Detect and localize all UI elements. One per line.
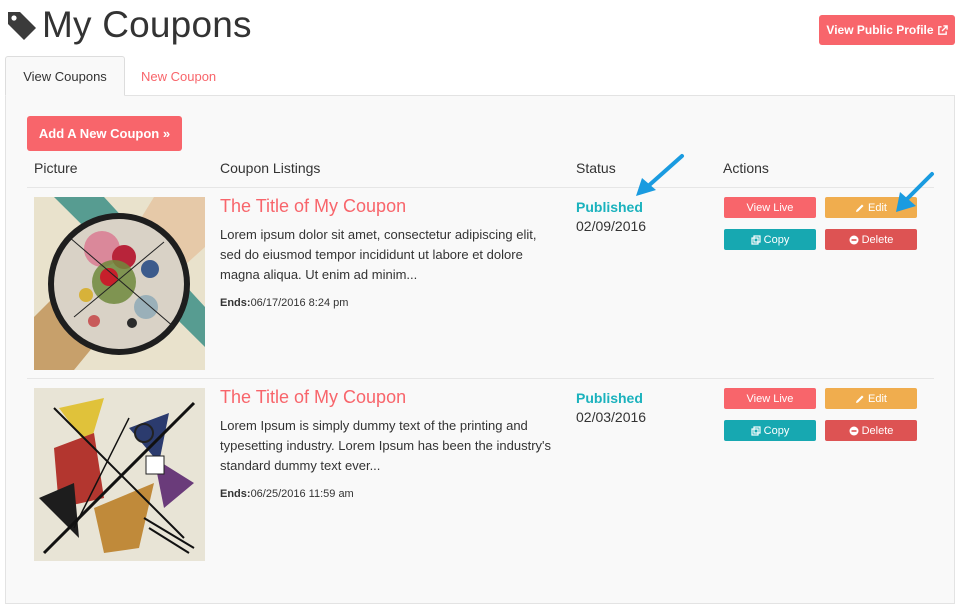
copy-button[interactable]: Copy — [724, 420, 816, 441]
minus-circle-icon — [849, 235, 859, 244]
pencil-icon — [856, 204, 864, 212]
copy-label: Copy — [763, 424, 790, 437]
status-badge: Published — [576, 390, 643, 406]
coupon-end-date: Ends:06/25/2016 11:59 am — [220, 488, 354, 500]
view-live-label: View Live — [746, 392, 794, 405]
column-header-actions: Actions — [723, 160, 769, 176]
copy-button[interactable]: Copy — [724, 229, 816, 250]
edit-button[interactable]: Edit — [825, 388, 917, 409]
coupons-panel: Add A New Coupon » Picture Coupon Listin… — [5, 95, 955, 604]
tag-icon — [8, 12, 36, 40]
ends-value: 06/25/2016 11:59 am — [250, 488, 354, 500]
view-live-button[interactable]: View Live — [724, 388, 816, 409]
coupon-description: Lorem Ipsum is simply dummy text of the … — [220, 418, 552, 473]
coupon-title-link[interactable]: The Title of My Coupon — [220, 387, 406, 408]
coupon-title-link[interactable]: The Title of My Coupon — [220, 196, 406, 217]
copy-icon — [751, 425, 761, 436]
column-header-listings: Coupon Listings — [220, 160, 321, 176]
edit-label: Edit — [868, 392, 887, 405]
status-date: 02/03/2016 — [576, 409, 647, 425]
coupon-description: Lorem ipsum dolor sit amet, consectetur … — [220, 227, 537, 282]
delete-label: Delete — [861, 424, 894, 437]
tab-new-coupon[interactable]: New Coupon — [125, 56, 232, 96]
add-coupon-button[interactable]: Add A New Coupon » — [27, 116, 182, 151]
circle-painting-image — [34, 197, 205, 370]
delete-button[interactable]: Delete — [825, 229, 917, 250]
edit-button[interactable]: Edit — [825, 197, 917, 218]
view-public-profile-label: View Public Profile — [826, 23, 934, 37]
copy-icon — [751, 234, 761, 245]
delete-button[interactable]: Delete — [825, 420, 917, 441]
view-live-label: View Live — [746, 201, 794, 214]
coupon-end-date: Ends:06/17/2016 8:24 pm — [220, 297, 348, 309]
minus-circle-icon — [849, 426, 859, 435]
status-badge: Published — [576, 199, 643, 215]
table-header-divider — [27, 187, 934, 188]
copy-label: Copy — [763, 233, 790, 246]
ends-value: 06/17/2016 8:24 pm — [250, 297, 349, 309]
tab-view-coupons[interactable]: View Coupons — [5, 56, 125, 96]
ends-label: Ends: — [220, 297, 251, 309]
column-header-picture: Picture — [34, 160, 78, 176]
edit-label: Edit — [868, 201, 887, 214]
page-header: My Coupons — [6, 4, 252, 46]
tab-bar: View Coupons New Coupon — [5, 56, 232, 96]
row-divider — [27, 378, 934, 379]
column-header-status: Status — [576, 160, 616, 176]
view-public-profile-button[interactable]: View Public Profile — [819, 15, 955, 45]
external-link-icon — [937, 24, 948, 35]
status-date: 02/09/2016 — [576, 218, 647, 234]
abstract-painting-image — [34, 388, 205, 561]
coupon-thumbnail[interactable] — [34, 197, 205, 370]
pencil-icon — [856, 395, 864, 403]
page-title: My Coupons — [42, 4, 252, 45]
coupon-thumbnail[interactable] — [34, 388, 205, 561]
view-live-button[interactable]: View Live — [724, 197, 816, 218]
ends-label: Ends: — [220, 488, 251, 500]
delete-label: Delete — [861, 233, 894, 246]
